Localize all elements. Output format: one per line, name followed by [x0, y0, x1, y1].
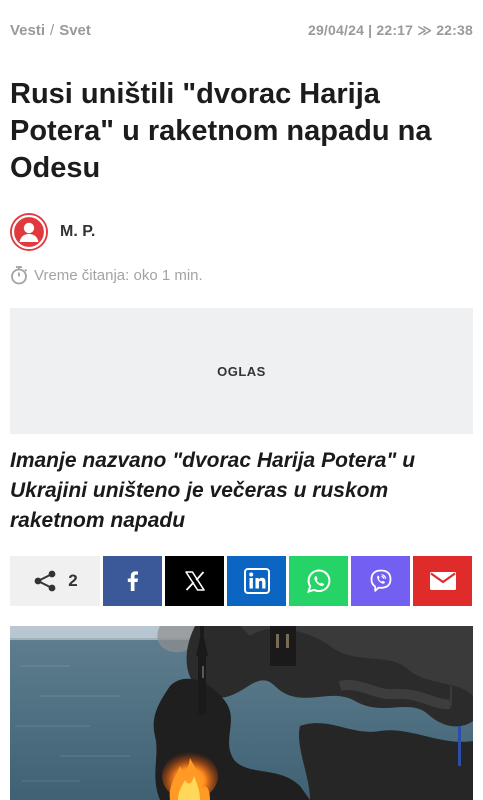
share-facebook-button[interactable] — [103, 556, 162, 606]
stopwatch-icon — [10, 265, 28, 285]
article-lead: Imanje nazvano "dvorac Harija Potera" u … — [10, 449, 416, 532]
ad-placeholder[interactable]: OGLAS — [10, 308, 473, 434]
share-counter[interactable]: 2 — [10, 556, 100, 606]
avatar[interactable] — [10, 213, 48, 251]
user-icon — [11, 214, 47, 250]
share-icon — [34, 570, 56, 592]
share-count: 2 — [68, 571, 78, 590]
whatsapp-icon — [306, 569, 330, 593]
share-whatsapp-button[interactable] — [289, 556, 348, 606]
ad-label: OGLAS — [217, 363, 266, 379]
x-icon — [184, 571, 205, 591]
breadcrumb-separator: / — [50, 21, 55, 39]
author-name[interactable]: M. P. — [60, 223, 95, 241]
share-email-button[interactable] — [413, 556, 472, 606]
share-linkedin-button[interactable] — [227, 556, 286, 606]
share-x-button[interactable] — [165, 556, 224, 606]
breadcrumb: Vesti / Svet — [10, 22, 91, 39]
reading-time: Vreme čitanja: oko 1 min. — [10, 264, 203, 286]
article-hero-image[interactable] — [10, 626, 473, 800]
share-bar: 2 — [10, 556, 473, 606]
envelope-icon — [429, 572, 456, 590]
burning-castle-photo — [10, 626, 473, 800]
facebook-icon — [127, 571, 138, 591]
breadcrumb-link-vesti[interactable]: Vesti — [10, 22, 45, 39]
breadcrumb-link-svet[interactable]: Svet — [59, 22, 91, 39]
share-viber-button[interactable] — [351, 556, 410, 606]
article-header-bar: Vesti / Svet 29/04/24 | 22:17 ≫ 22:38 — [10, 18, 473, 42]
article-title: Rusi uništili "dvorac Harija Potera" u r… — [10, 78, 432, 184]
linkedin-icon — [243, 568, 270, 594]
author-block[interactable]: M. P. — [10, 212, 95, 252]
publish-timestamp: 29/04/24 | 22:17 ≫ 22:38 — [307, 21, 473, 38]
reading-time-text: Vreme čitanja: oko 1 min. — [34, 266, 203, 284]
viber-icon — [370, 569, 391, 592]
